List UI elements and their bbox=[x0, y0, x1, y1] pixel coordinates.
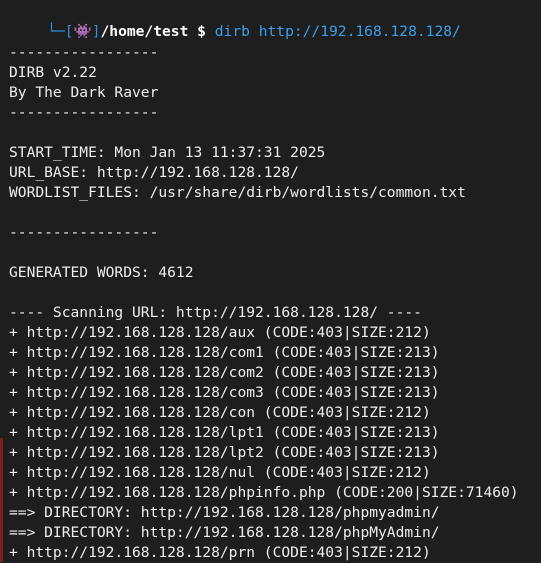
prompt-open-bracket: [ bbox=[64, 23, 74, 40]
url-base: URL_BASE: http://192.168.128.128/ bbox=[9, 164, 299, 181]
result-line: + http://192.168.128.128/com1 (CODE:403|… bbox=[9, 344, 440, 361]
start-time: START_TIME: Mon Jan 13 11:37:31 2025 bbox=[9, 144, 326, 161]
separator-line: ----------------- bbox=[9, 224, 159, 241]
directory-line: ==> DIRECTORY: http://192.168.128.128/ph… bbox=[9, 504, 440, 521]
result-line: + http://192.168.128.128/prn (CODE:403|S… bbox=[9, 544, 431, 561]
scanning-header: ---- Scanning URL: http://192.168.128.12… bbox=[9, 304, 422, 321]
result-line: + http://192.168.128.128/lpt2 (CODE:403|… bbox=[9, 444, 440, 461]
prompt-symbol: $ bbox=[197, 23, 206, 40]
result-line: + http://192.168.128.128/aux (CODE:403|S… bbox=[9, 324, 431, 341]
result-line: + http://192.168.128.128/phpinfo.php (CO… bbox=[9, 484, 519, 501]
prompt-cwd: /home/test bbox=[100, 23, 189, 40]
result-line: + http://192.168.128.128/lpt1 (CODE:403|… bbox=[9, 424, 440, 441]
generated-words: GENERATED WORDS: 4612 bbox=[9, 264, 194, 281]
banner-author: By The Dark Raver bbox=[9, 84, 159, 101]
result-line: + http://192.168.128.128/nul (CODE:403|S… bbox=[9, 464, 431, 481]
command-argument: http://192.168.128.128/ bbox=[258, 23, 461, 40]
wordlist-files: WORDLIST_FILES: /usr/share/dirb/wordlist… bbox=[9, 184, 466, 201]
prompt-tree-connector: └─ bbox=[47, 23, 65, 40]
terminal-window[interactable]: └─[👾]/home/test $ dirb http://192.168.12… bbox=[0, 0, 541, 562]
prompt-line: └─[👾]/home/test $ dirb http://192.168.12… bbox=[12, 2, 461, 40]
result-line: + http://192.168.128.128/com2 (CODE:403|… bbox=[9, 364, 440, 381]
result-line: + http://192.168.128.128/com3 (CODE:403|… bbox=[9, 384, 440, 401]
banner-title: DIRB v2.22 bbox=[9, 64, 97, 81]
prompt-close-bracket: ] bbox=[91, 23, 101, 40]
result-line: + http://192.168.128.128/con (CODE:403|S… bbox=[9, 404, 431, 421]
directory-line: ==> DIRECTORY: http://192.168.128.128/ph… bbox=[9, 524, 440, 541]
alien-icon: 👾 bbox=[73, 23, 92, 40]
command-name: dirb bbox=[214, 23, 250, 40]
separator-line: ----------------- bbox=[9, 104, 159, 121]
scrollbar-accent bbox=[0, 438, 3, 562]
separator-line: ----------------- bbox=[9, 44, 159, 61]
